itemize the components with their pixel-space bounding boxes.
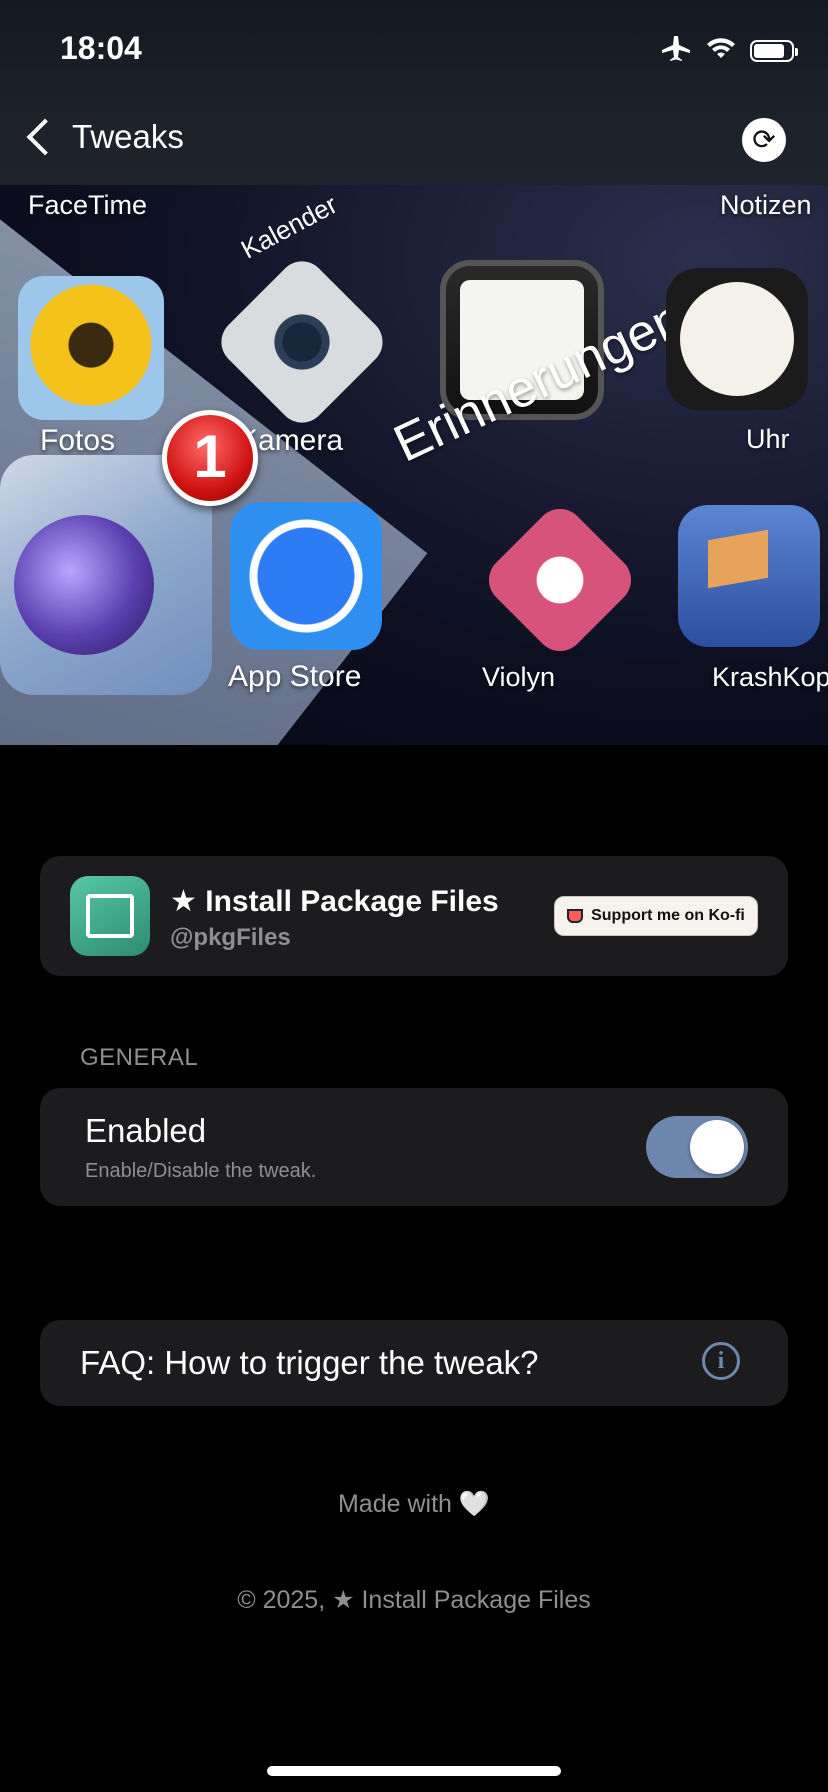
home-indicator: [267, 1766, 561, 1776]
violyn-label: Violyn: [482, 662, 556, 692]
enabled-toggle[interactable]: [646, 1116, 748, 1178]
package-icon: [70, 876, 150, 956]
wifi-icon: [706, 36, 736, 65]
toggle-knob: [690, 1120, 744, 1174]
header-banner: FaceTime Kalender Notizen Fotos Kamera E…: [0, 0, 828, 745]
kofi-cup-icon: [567, 909, 584, 923]
notizen-label: Notizen: [720, 190, 812, 220]
refresh-icon: ⟳: [752, 124, 776, 155]
enabled-row: Enabled Enable/Disable the tweak.: [40, 1088, 788, 1206]
uhr-label: Uhr: [746, 424, 790, 454]
chevron-left-icon: [26, 118, 64, 156]
kalender-label: Kalender: [236, 189, 342, 265]
airplane-icon: [660, 34, 692, 67]
faq-label: FAQ: How to trigger the tweak?: [80, 1344, 539, 1381]
krashkop-label: KrashKop: [712, 662, 828, 692]
package-card: ★ Install Package Files @pkgFiles Suppor…: [40, 856, 788, 976]
notification-badge: 1: [162, 410, 258, 506]
clock-app-icon: [666, 268, 808, 410]
violyn-app-icon: [478, 498, 642, 662]
enabled-title: Enabled: [85, 1112, 207, 1149]
banner-top-fade: [0, 0, 828, 185]
appstore-app-icon: [230, 502, 382, 650]
faq-row[interactable]: FAQ: How to trigger the tweak? i: [40, 1320, 788, 1406]
status-icons: [660, 34, 798, 67]
fotos-label: Fotos: [40, 424, 116, 457]
fotos-app-icon: [18, 276, 164, 420]
info-icon[interactable]: i: [702, 1342, 740, 1380]
back-label: Tweaks: [72, 118, 184, 155]
section-header-general: GENERAL: [80, 1044, 199, 1071]
back-button[interactable]: Tweaks: [24, 118, 184, 156]
package-title: ★ Install Package Files: [170, 885, 499, 918]
krashkop-app-icon: [678, 505, 820, 647]
appstore-label: App Store: [228, 660, 362, 693]
made-with-text: Made with 🤍: [337, 1490, 490, 1518]
package-handle[interactable]: @pkgFiles: [170, 924, 291, 952]
battery-icon: [750, 39, 798, 62]
copyright-text: © 2025, ★ Install Package Files: [237, 1586, 591, 1614]
refresh-button[interactable]: ⟳: [742, 118, 786, 162]
kofi-button[interactable]: Support me on Ko-fi: [554, 896, 758, 936]
facetime-label: FaceTime: [28, 190, 148, 220]
kofi-label: Support me on Ko-fi: [591, 907, 745, 924]
enabled-subtitle: Enable/Disable the tweak.: [85, 1160, 317, 1182]
status-time: 18:04: [60, 30, 142, 66]
